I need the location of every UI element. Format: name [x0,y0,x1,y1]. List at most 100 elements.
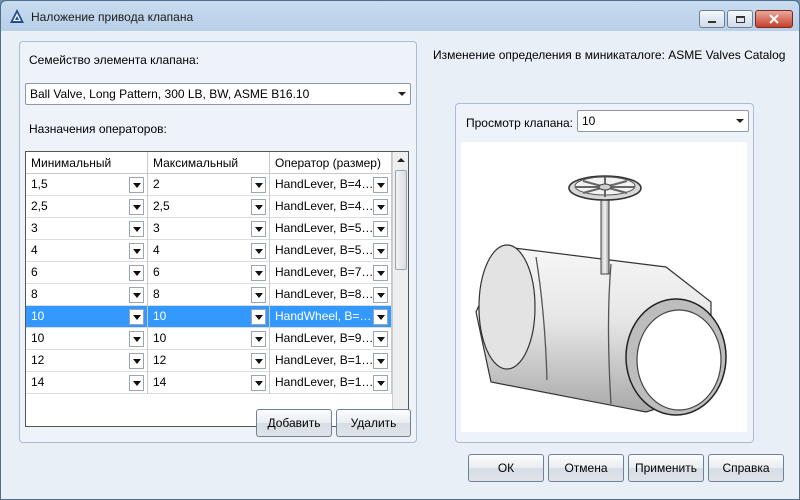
operator-cell[interactable]: HandLever, B=1… [270,350,392,372]
max-cell[interactable]: 8 [148,284,270,306]
max-cell[interactable]: 4 [148,240,270,262]
dropdown-arrow-icon[interactable] [373,243,388,259]
max-cell-value: 10 [153,309,167,323]
table-row[interactable]: 4 4 HandLever, B=5… [26,240,392,262]
dropdown-arrow-icon[interactable] [129,199,144,215]
title-bar[interactable]: Наложение привода клапана [1,1,799,31]
operator-cell[interactable]: HandLever, B=4… [270,174,392,196]
operator-cell-value: HandLever, B=4… [275,199,374,213]
dropdown-arrow-icon[interactable] [373,287,388,303]
operator-cell[interactable]: HandLever, B=8… [270,284,392,306]
table-row[interactable]: 14 14 HandLever, B=1… [26,372,392,394]
operator-cell[interactable]: HandLever, B=7… [270,262,392,284]
max-cell-value: 4 [153,243,160,257]
preview-size-dropdown[interactable]: 10 [577,110,749,132]
dropdown-arrow-icon[interactable] [251,353,266,369]
maximize-button[interactable] [727,10,753,28]
valve-3d-image [475,175,727,416]
min-cell-value: 6 [31,265,38,279]
cancel-button[interactable]: Отмена [548,454,624,482]
operator-cell[interactable]: HandLever, B=4… [270,196,392,218]
table-row[interactable]: 12 12 HandLever, B=1… [26,350,392,372]
dropdown-arrow-icon[interactable] [129,221,144,237]
operators-table[interactable]: Минимальный Максимальный Оператор (разме… [25,151,409,427]
dropdown-arrow-icon[interactable] [373,177,388,193]
dropdown-arrow-icon[interactable] [251,199,266,215]
min-cell[interactable]: 4 [26,240,148,262]
max-cell[interactable]: 2,5 [148,196,270,218]
dropdown-arrow-icon[interactable] [373,309,388,325]
column-header-operator[interactable]: Оператор (размер) [270,152,392,174]
dropdown-arrow-icon[interactable] [373,221,388,237]
dropdown-arrow-icon[interactable] [373,353,388,369]
max-cell[interactable]: 3 [148,218,270,240]
dropdown-arrow-icon[interactable] [251,265,266,281]
table-row[interactable]: 3 3 HandLever, B=5… [26,218,392,240]
min-cell[interactable]: 10 [26,328,148,350]
table-row[interactable]: 6 6 HandLever, B=7… [26,262,392,284]
max-cell[interactable]: 2 [148,174,270,196]
dropdown-arrow-icon[interactable] [251,221,266,237]
table-row[interactable]: 2,5 2,5 HandLever, B=4… [26,196,392,218]
minimize-button[interactable] [699,10,725,28]
scroll-thumb[interactable] [395,170,407,270]
table-scrollbar[interactable] [392,152,408,426]
operator-cell[interactable]: HandLever, B=1… [270,372,392,394]
dropdown-arrow-icon[interactable] [129,265,144,281]
close-button[interactable] [755,10,793,28]
dropdown-arrow-icon[interactable] [373,375,388,391]
min-cell[interactable]: 3 [26,218,148,240]
table-row[interactable]: 10 10 HandWheel, B=… [26,306,392,328]
max-cell[interactable]: 10 [148,328,270,350]
min-cell[interactable]: 14 [26,372,148,394]
min-cell[interactable]: 12 [26,350,148,372]
min-cell[interactable]: 8 [26,284,148,306]
dropdown-arrow-icon[interactable] [251,309,266,325]
dropdown-arrow-icon[interactable] [129,353,144,369]
family-dropdown[interactable]: Ball Valve, Long Pattern, 300 LB, BW, AS… [25,83,411,105]
max-cell-value: 14 [153,375,167,389]
help-button[interactable]: Справка [708,454,784,482]
min-cell[interactable]: 6 [26,262,148,284]
dropdown-arrow-icon[interactable] [129,177,144,193]
dropdown-arrow-icon[interactable] [129,375,144,391]
dropdown-arrow-icon[interactable] [251,331,266,347]
dropdown-arrow-icon[interactable] [251,243,266,259]
operator-cell[interactable]: HandLever, B=9… [270,328,392,350]
dropdown-arrow-icon[interactable] [129,331,144,347]
column-header-max[interactable]: Максимальный [148,152,270,174]
dropdown-arrow-icon[interactable] [129,243,144,259]
max-cell[interactable]: 12 [148,350,270,372]
dropdown-arrow-icon[interactable] [373,265,388,281]
operator-cell[interactable]: HandLever, B=5… [270,240,392,262]
apply-button[interactable]: Применить [628,454,704,482]
column-header-min[interactable]: Минимальный [26,152,148,174]
dropdown-arrow-icon[interactable] [251,287,266,303]
operator-cell[interactable]: HandWheel, B=… [270,306,392,328]
dropdown-arrow-icon[interactable] [129,309,144,325]
delete-button[interactable]: Удалить [336,409,411,437]
dropdown-arrow-icon[interactable] [251,375,266,391]
max-cell-value: 6 [153,265,160,279]
max-cell[interactable]: 14 [148,372,270,394]
table-row[interactable]: 8 8 HandLever, B=8… [26,284,392,306]
dropdown-arrow-icon[interactable] [373,199,388,215]
max-cell[interactable]: 10 [148,306,270,328]
scroll-up-button[interactable] [393,152,408,168]
min-cell-value: 4 [31,243,38,257]
max-cell[interactable]: 6 [148,262,270,284]
table-row[interactable]: 1,5 2 HandLever, B=4… [26,174,392,196]
min-cell[interactable]: 2,5 [26,196,148,218]
operator-cell-value: HandLever, B=7… [275,265,374,279]
min-cell[interactable]: 10 [26,306,148,328]
dropdown-arrow-icon[interactable] [129,287,144,303]
ok-button[interactable]: ОК [468,454,544,482]
operator-cell[interactable]: HandLever, B=5… [270,218,392,240]
add-button[interactable]: Добавить [256,409,332,437]
table-row[interactable]: 10 10 HandLever, B=9… [26,328,392,350]
dropdown-arrow-icon[interactable] [251,177,266,193]
min-cell-value: 12 [31,353,45,367]
minimize-icon [708,21,716,23]
dropdown-arrow-icon[interactable] [373,331,388,347]
min-cell[interactable]: 1,5 [26,174,148,196]
